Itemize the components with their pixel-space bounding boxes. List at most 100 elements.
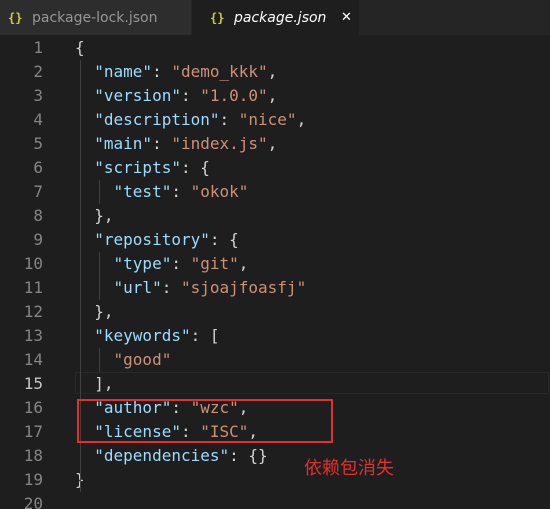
code-token: : [152,62,172,81]
line-number: 10 [23,254,43,273]
code-line[interactable]: 4 "description": "nice", [0,108,550,132]
code-text: "dependencies": {} [75,444,268,468]
line-number: 2 [33,62,43,81]
line-number: 5 [33,134,43,153]
code-line[interactable]: 20 [0,492,550,509]
tab-label: package.json [234,9,327,26]
code-line[interactable]: 7 "test": "okok" [0,180,550,204]
line-number: 4 [33,110,43,129]
code-token: , [267,62,278,81]
line-number: 11 [23,278,43,297]
code-text: { [75,36,85,60]
code-line[interactable]: 13 "keywords": [ [0,324,550,348]
code-token: { [75,38,85,57]
indent-guide [99,180,100,204]
line-number: 6 [33,158,43,177]
editor-window: {} package-lock.json {} package.json ✕ 1… [0,0,550,509]
code-text: "description": "nice", [75,108,306,132]
code-token: "type" [113,254,172,273]
annotation-text: 依赖包消失 [304,458,394,479]
tab-package-lock-json[interactable]: {} package-lock.json [0,0,192,35]
code-line[interactable]: 11 "url": "sjoajfoasfj" [0,276,550,300]
code-line[interactable]: 2 "name": "demo_kkk", [0,60,550,84]
line-number: 20 [23,494,43,509]
code-line[interactable]: 19} [0,468,550,492]
line-number: 16 [23,398,43,417]
code-text: "url": "sjoajfoasfj" [75,276,307,300]
code-token: , [267,134,278,153]
code-text: "test": "okok" [75,180,249,204]
line-number: 7 [33,182,43,201]
line-number: 8 [33,206,43,225]
tab-label: package-lock.json [32,9,158,26]
close-icon[interactable]: ✕ [338,10,354,25]
line-number: 14 [23,350,43,369]
tab-bar: {} package-lock.json {} package.json ✕ [0,0,550,35]
code-token: "sjoajfoasfj" [180,278,307,297]
code-token: "keywords" [94,326,191,345]
code-line[interactable]: 5 "main": "index.js", [0,132,550,156]
line-number: 17 [23,422,43,441]
code-token: "good" [113,350,172,369]
code-token: "scripts" [94,158,181,177]
code-line[interactable]: 10 "type": "git", [0,252,550,276]
code-token: "repository" [94,230,210,249]
line-number: 19 [23,470,43,489]
code-token: "test" [113,182,172,201]
code-line[interactable]: 1{ [0,36,550,60]
code-token: "url" [113,278,162,297]
indent-guide [99,348,100,372]
code-text: "good" [75,348,172,372]
line-number: 1 [33,38,43,57]
code-text: "name": "demo_kkk", [75,60,277,84]
code-line[interactable]: 9 "repository": { [0,228,550,252]
line-number: 15 [23,374,43,393]
code-text: "type": "git", [75,252,249,276]
code-token: : {} [229,446,268,465]
code-line[interactable]: 6 "scripts": { [0,156,550,180]
code-token: , [296,110,307,129]
line-number: 12 [23,302,43,321]
code-token: : [152,134,172,153]
code-line[interactable]: 18 "dependencies": {} [0,444,550,468]
json-file-icon: {} [210,10,225,25]
code-token: "name" [94,62,153,81]
code-token: "version" [94,86,181,105]
code-line[interactable]: 15 ], [0,372,550,396]
code-text: "version": "1.0.0", [75,84,277,108]
code-token: : [219,110,239,129]
code-token: : { [180,158,210,177]
code-token: "nice" [238,110,297,129]
tab-package-json[interactable]: {} package.json ✕ [192,0,359,35]
code-line[interactable]: 8 }, [0,204,550,228]
code-text: "repository": { [75,228,239,252]
code-token: "main" [94,134,153,153]
code-token: : [180,86,201,105]
code-token: : { [209,230,239,249]
code-token: "okok" [190,182,249,201]
code-text: "scripts": { [75,156,210,180]
code-text: "main": "index.js", [75,132,277,156]
code-line[interactable]: 14 "good" [0,348,550,372]
line-number: 9 [33,230,43,249]
code-token: "index.js" [171,134,268,153]
code-line[interactable]: 3 "version": "1.0.0", [0,84,550,108]
json-file-icon: {} [8,10,23,25]
code-token: : [171,254,191,273]
line-number: 3 [33,86,43,105]
code-line[interactable]: 12 }, [0,300,550,324]
code-token: : [161,278,181,297]
current-line-highlight [75,372,549,394]
line-number: 13 [23,326,43,345]
code-token: "git" [190,254,239,273]
code-token: , [267,86,278,105]
annotation-highlight-box [77,399,333,443]
code-token: "description" [94,110,220,129]
indent-guide [99,252,100,300]
